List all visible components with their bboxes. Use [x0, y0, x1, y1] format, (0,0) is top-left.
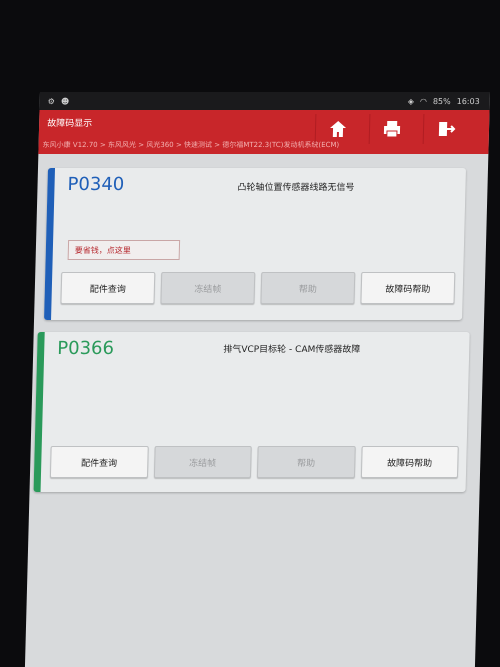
freeze-frame-button[interactable]: 冻结帧 [160, 272, 256, 304]
page-title: 故障码显示 [47, 119, 93, 129]
save-money-tip-button[interactable]: 要省钱，点这里 [67, 240, 181, 260]
dtc-button-row: 配件查询 冻结帧 帮助 故障码帮助 [60, 272, 456, 304]
battery-level: 85% [432, 96, 451, 106]
exit-icon [438, 122, 456, 136]
dtc-code: P0366 [57, 338, 115, 359]
help-button[interactable]: 帮助 [256, 446, 356, 478]
breadcrumb[interactable]: 东风小康 V12.70 > 东风风光 > 风光360 > 快速测试 > 德尔福M… [42, 140, 340, 150]
title-bar: 故障码显示 东风小康 V12.70 > 东风风光 > 风光360 > 快速测试 … [38, 110, 490, 154]
freeze-frame-button[interactable]: 冻结帧 [153, 446, 252, 478]
card-accent-bar [44, 168, 56, 320]
parts-query-button[interactable]: 配件查询 [49, 446, 149, 478]
dtc-description: 凸轮轴位置传感器线路无信号 [237, 183, 355, 193]
wifi-icon: ◠ [419, 96, 428, 106]
tablet-screen: ⚙ ☻ ◈ ◠ 85% 16:03 故障码显示 东风小康 V12.70 > 东风… [24, 92, 491, 667]
gear-icon: ⚙ [47, 96, 56, 106]
dtc-card: P0366 排气VCP目标轮 - CAM传感器故障 配件查询 冻结帧 帮助 故障… [33, 332, 470, 492]
android-icon: ☻ [60, 96, 70, 106]
parts-query-button[interactable]: 配件查询 [60, 272, 156, 304]
card-accent-bar [33, 332, 45, 492]
clock: 16:03 [456, 96, 480, 106]
dtc-button-row: 配件查询 冻结帧 帮助 故障码帮助 [49, 446, 459, 478]
exit-button[interactable] [422, 114, 469, 144]
dtc-code: P0340 [67, 174, 125, 195]
help-button[interactable]: 帮助 [260, 272, 356, 304]
print-button[interactable] [368, 114, 415, 144]
printer-icon [383, 121, 401, 138]
home-icon [330, 121, 347, 137]
status-bar: ⚙ ☻ ◈ ◠ 85% 16:03 [39, 92, 490, 110]
dtc-help-button[interactable]: 故障码帮助 [360, 272, 456, 304]
location-icon: ◈ [407, 96, 415, 106]
dtc-card: P0340 凸轮轴位置传感器线路无信号 要省钱，点这里 配件查询 冻结帧 帮助 … [44, 168, 467, 320]
home-button[interactable] [314, 114, 361, 144]
dtc-help-button[interactable]: 故障码帮助 [360, 446, 459, 478]
dtc-description: 排气VCP目标轮 - CAM传感器故障 [223, 345, 361, 355]
